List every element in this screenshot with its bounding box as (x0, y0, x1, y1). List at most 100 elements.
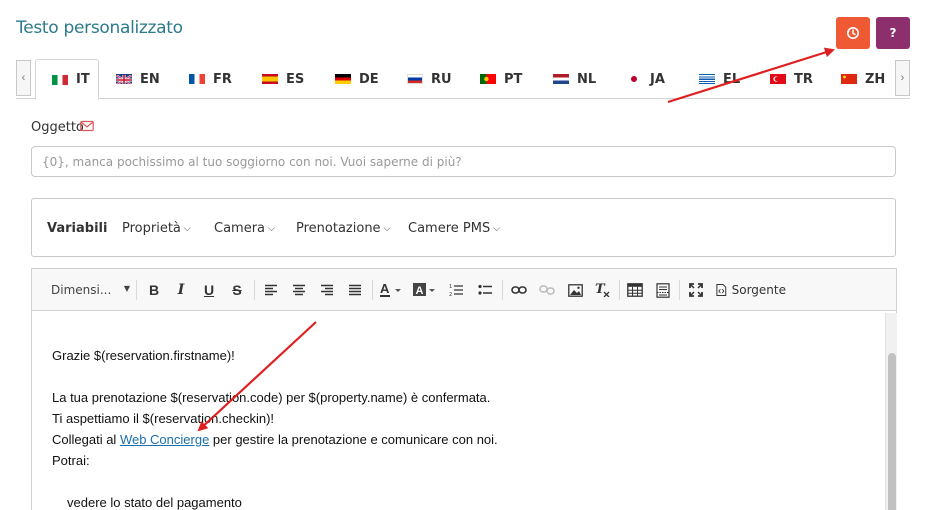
tab-tr[interactable]: TR (754, 59, 813, 99)
web-concierge-link[interactable]: Web Concierge (120, 432, 209, 447)
align-center-icon (293, 284, 305, 296)
tabs-scroll-right-button[interactable]: › (895, 60, 910, 96)
portugal-flag-icon (480, 74, 496, 84)
tab-fr[interactable]: FR (173, 59, 232, 99)
germany-flag-icon (335, 74, 351, 84)
menu-label: Camera (214, 221, 266, 236)
page-break-icon (656, 282, 670, 298)
tab-label: JA (650, 71, 665, 87)
language-tabs: ‹ IT EN FR ES DE RU PT NL JA EL TR ZH › (16, 57, 910, 100)
align-right-icon (321, 284, 333, 296)
editor-line: Collegati al Web Concierge per gestire l… (52, 429, 498, 450)
help-button[interactable]: ? (876, 17, 910, 49)
tab-ja[interactable]: JA (610, 59, 665, 99)
tab-pt[interactable]: PT (464, 59, 522, 99)
underline-button[interactable]: U (201, 281, 217, 299)
numbered-list-button[interactable]: 12 (448, 281, 464, 299)
variables-bar: Variabili Proprietà ⌵ Camera ⌵ Prenotazion… (31, 198, 896, 257)
tab-it[interactable]: IT (35, 59, 99, 100)
align-right-button[interactable] (319, 281, 335, 299)
tab-label: TR (794, 71, 813, 87)
clear-formatting-button[interactable]: T (594, 281, 612, 299)
svg-text:1: 1 (449, 284, 452, 290)
tab-de[interactable]: DE (319, 59, 379, 99)
turkey-flag-icon (770, 74, 786, 84)
editor-line: La tua prenotazione $(reservation.code) … (52, 390, 491, 405)
menu-prenotazione[interactable]: Prenotazione ⌵ (296, 221, 390, 236)
tab-label: NL (577, 71, 597, 87)
tabs-scroll-left-button[interactable]: ‹ (16, 60, 31, 96)
chevron-down-icon: ⌵ (183, 224, 191, 234)
svg-text:A: A (416, 285, 424, 297)
svg-text:2: 2 (449, 292, 452, 297)
tab-es[interactable]: ES (246, 59, 304, 99)
link-button[interactable] (510, 281, 528, 299)
font-size-select[interactable]: Dimensi... ▼ (42, 280, 132, 300)
editor-content[interactable]: Grazie $(reservation.firstname)! La tua … (52, 345, 498, 510)
menu-label: Proprietà (122, 221, 181, 236)
subject-label: Oggetto (31, 120, 84, 135)
tab-ru[interactable]: RU (391, 59, 452, 99)
subject-input[interactable]: {0}, manca pochissimo al tuo soggiorno c… (31, 146, 896, 177)
bold-button[interactable]: B (146, 281, 162, 299)
tab-en[interactable]: EN (100, 59, 160, 99)
maximize-button[interactable] (687, 281, 705, 299)
source-button[interactable]: Sorgente (716, 281, 786, 299)
align-left-button[interactable] (263, 281, 279, 299)
unlink-button[interactable] (538, 281, 556, 299)
page-break-button[interactable] (654, 281, 672, 299)
toolbar-separator (136, 280, 137, 300)
tab-label: IT (76, 72, 90, 87)
menu-proprieta[interactable]: Proprietà ⌵ (122, 221, 191, 236)
china-flag-icon (841, 74, 857, 84)
toolbar-separator (372, 280, 373, 300)
editor-toolbar: Dimensi... ▼ B I U S A A 12 T Sorgente (32, 269, 896, 311)
italy-flag-icon (52, 74, 68, 85)
background-color-button[interactable]: A (413, 281, 439, 299)
italic-button[interactable]: I (173, 281, 189, 299)
toolbar-separator (619, 280, 620, 300)
numbered-list-icon: 12 (449, 284, 463, 297)
editor-line: Potrai: (52, 453, 90, 468)
tab-zh[interactable]: ZH (825, 59, 885, 99)
caret-down-icon: ▼ (123, 284, 130, 293)
editor-line: vedere lo stato del pagamento (67, 495, 242, 510)
chevron-down-icon: ⌵ (383, 224, 391, 234)
tab-label: FR (213, 71, 232, 87)
unlink-icon (539, 285, 555, 295)
scrollbar-thumb[interactable] (888, 353, 896, 510)
history-icon (846, 27, 859, 39)
svg-text:T: T (595, 283, 606, 297)
table-button[interactable] (626, 281, 644, 299)
variables-title: Variabili (47, 221, 108, 236)
menu-camere-pms[interactable]: Camere PMS ⌵ (408, 221, 500, 236)
tab-nl[interactable]: NL (537, 59, 596, 99)
strikethrough-icon: S (232, 282, 242, 298)
tab-label: EN (140, 71, 160, 87)
envelope-icon (80, 120, 94, 132)
italic-icon: I (177, 282, 185, 298)
align-center-button[interactable] (291, 281, 307, 299)
history-button[interactable] (836, 17, 870, 49)
chevron-right-icon: › (900, 72, 905, 84)
menu-camera[interactable]: Camera ⌵ (214, 221, 275, 236)
netherlands-flag-icon (553, 74, 569, 84)
editor-scrollbar[interactable] (885, 313, 897, 510)
image-icon (567, 283, 583, 297)
image-button[interactable] (566, 281, 584, 299)
editor-line: Ti aspettiamo il $(reservation.checkin)! (52, 411, 275, 426)
russia-flag-icon (407, 74, 423, 84)
background-color-icon: A (413, 283, 435, 297)
toolbar-separator (254, 280, 255, 300)
link-icon (511, 286, 527, 294)
japan-flag-icon (626, 74, 642, 84)
bold-icon: B (148, 282, 160, 298)
text-color-button[interactable]: A (379, 281, 405, 299)
bulleted-list-button[interactable] (477, 281, 493, 299)
tab-label: DE (359, 71, 379, 87)
tab-el[interactable]: EL (683, 59, 740, 99)
menu-label: Prenotazione (296, 221, 381, 236)
align-justify-button[interactable] (347, 281, 363, 299)
strikethrough-button[interactable]: S (229, 281, 245, 299)
maximize-icon (689, 283, 703, 297)
